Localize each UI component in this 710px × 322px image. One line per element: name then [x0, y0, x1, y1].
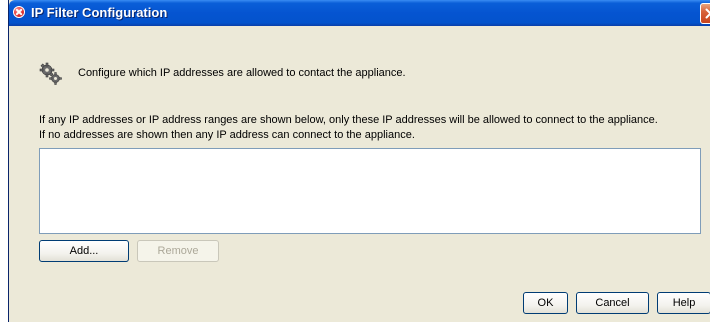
window-title: IP Filter Configuration [31, 5, 168, 20]
dialog-window: IP Filter Configuration Configure which … [8, 0, 710, 322]
title-bar[interactable]: IP Filter Configuration [9, 0, 710, 26]
header-description: Configure which IP addresses are allowed… [78, 67, 406, 79]
info-text-line1: If any IP addresses or IP address ranges… [39, 114, 658, 126]
ok-button[interactable]: OK [523, 292, 568, 314]
remove-button[interactable]: Remove [137, 240, 219, 262]
add-button[interactable]: Add... [39, 240, 129, 262]
close-icon [705, 8, 710, 19]
app-icon [13, 6, 25, 18]
gears-icon [39, 62, 62, 85]
help-button[interactable]: Help [657, 292, 710, 314]
close-button[interactable] [700, 3, 710, 24]
cancel-button[interactable]: Cancel [576, 292, 649, 314]
ip-address-list[interactable] [39, 148, 701, 234]
info-text-line2: If no addresses are shown then any IP ad… [39, 129, 415, 141]
